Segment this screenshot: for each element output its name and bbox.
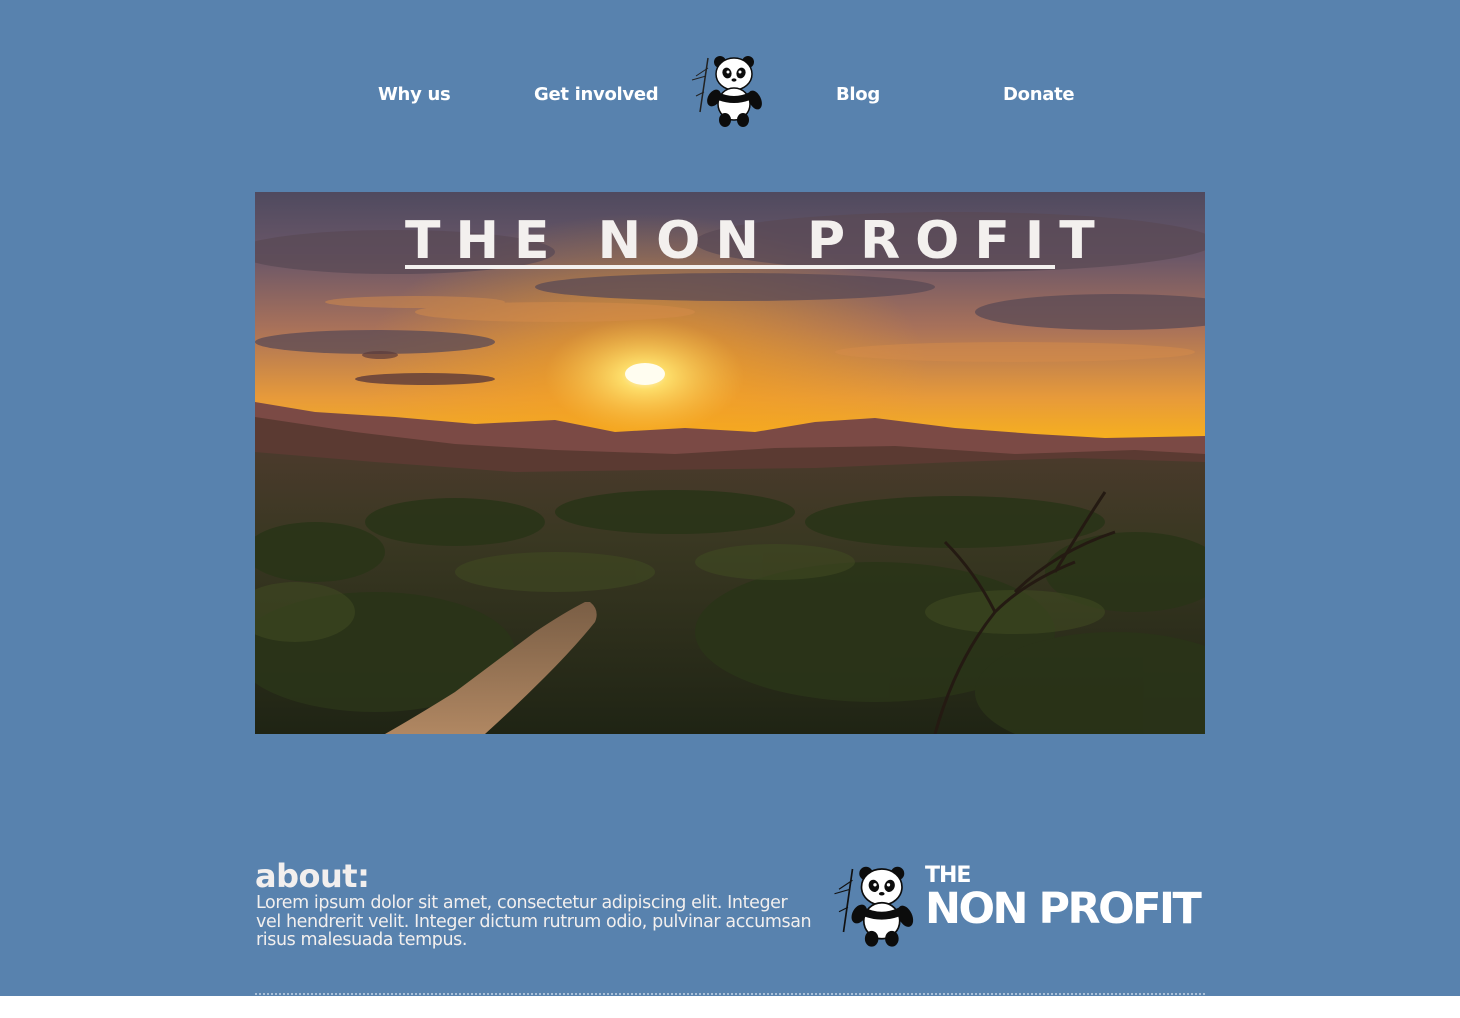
footer-brand-name: NON PROFIT <box>925 884 1202 934</box>
panda-logo-icon <box>830 860 920 950</box>
hero-title-underline <box>405 265 1055 269</box>
nav-link-why-us[interactable]: Why us <box>378 84 451 105</box>
hero-banner: THE NON PROFIT <box>255 192 1205 734</box>
panda-logo-icon[interactable] <box>688 52 768 130</box>
footer-divider <box>255 993 1205 995</box>
hero-title: THE NON PROFIT <box>405 211 1110 271</box>
nav-link-blog[interactable]: Blog <box>836 84 880 105</box>
about-text: Lorem ipsum dolor sit amet, consectetur … <box>256 893 812 950</box>
nav-link-donate[interactable]: Donate <box>1003 84 1075 105</box>
nav-link-get-involved[interactable]: Get involved <box>534 84 659 105</box>
about-heading: about: <box>255 857 370 895</box>
savanna-sunset-photo <box>255 192 1205 734</box>
